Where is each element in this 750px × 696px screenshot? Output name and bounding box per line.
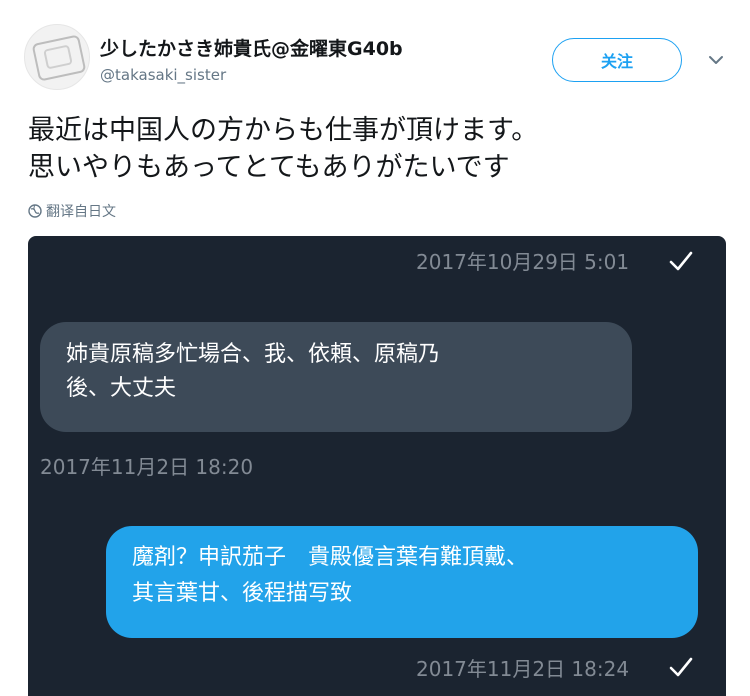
message-timestamp: 2017年11月2日 18:24 bbox=[416, 657, 630, 681]
outgoing-message-bubble: 魔剤？申訳茄子 貴殿優言葉有難頂戴、 其言葉甘、後程描写致 bbox=[106, 526, 698, 638]
message-timestamp: 2017年10月29日 5:01 bbox=[416, 250, 630, 274]
checkmark-icon bbox=[669, 251, 693, 271]
tweet-line: 思いやりもあってとてもありがたいです bbox=[28, 152, 510, 183]
translate-label: 翻译自日文 bbox=[46, 204, 116, 220]
message-line: 後、大丈夫 bbox=[66, 376, 177, 401]
message-line: 魔剤？申訳茄子 貴殿優言葉有難頂戴、 bbox=[132, 545, 529, 570]
display-name[interactable]: 少したかさき姉貴氏@金曜東G40b bbox=[100, 34, 403, 61]
translate-link[interactable]: 翻译自日文 bbox=[28, 201, 116, 221]
message-timestamp: 2017年11月2日 18:20 bbox=[40, 455, 254, 479]
user-handle[interactable]: @takasaki_sister bbox=[100, 66, 226, 84]
checkmark-icon bbox=[669, 657, 693, 677]
message-line: 其言葉甘、後程描写致 bbox=[132, 581, 353, 606]
incoming-message-bubble: 姉貴原稿多忙場合、我、依頼、原稿乃 後、大丈夫 bbox=[40, 322, 632, 432]
chevron-down-icon[interactable] bbox=[706, 50, 726, 70]
avatar[interactable] bbox=[24, 24, 90, 90]
tweet-text: 最近は中国人の方からも仕事が頂けます。 思いやりもあってとてもありがたいです bbox=[28, 112, 728, 186]
chat-screenshot[interactable]: 2017年10月29日 5:01 姉貴原稿多忙場合、我、依頼、原稿乃 後、大丈夫… bbox=[28, 236, 726, 696]
globe-icon bbox=[28, 204, 42, 218]
message-line: 姉貴原稿多忙場合、我、依頼、原稿乃 bbox=[66, 342, 441, 367]
follow-button[interactable]: 关注 bbox=[552, 38, 682, 82]
tweet-line: 最近は中国人の方からも仕事が頂けます。 bbox=[28, 115, 539, 146]
